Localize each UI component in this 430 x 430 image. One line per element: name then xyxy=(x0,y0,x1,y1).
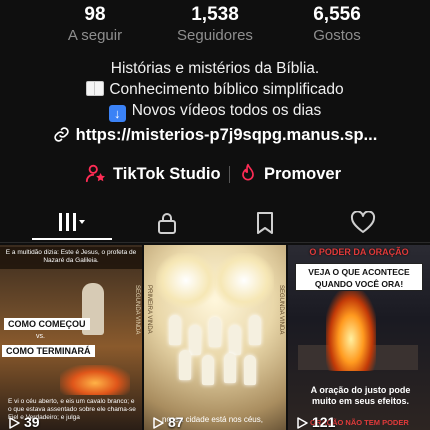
grid-icon xyxy=(59,213,85,231)
view-count: 87 xyxy=(152,414,184,430)
down-arrow-icon: ↓ xyxy=(108,105,126,122)
play-icon xyxy=(9,417,20,429)
likes-label: Gostos xyxy=(313,27,361,44)
view-count-value: 39 xyxy=(24,414,40,430)
user-star-icon xyxy=(85,164,105,183)
bio-line-3: ↓ Novos vídeos todos os dias xyxy=(0,100,430,122)
bio-line-1: Histórias e mistérios da Bíblia. xyxy=(110,60,320,77)
video-vs-label: vs. xyxy=(36,333,45,340)
video-side-text-right: SEGUNDA VINDA xyxy=(278,285,284,335)
view-count-value: 87 xyxy=(168,414,184,430)
video-thumbnail[interactable]: E a multidão dizia: Este é Jesus, o prof… xyxy=(0,245,142,430)
video-thumbnail[interactable]: PRIMEIRA VINDA SEGUNDA VINDA nossa cidad… xyxy=(144,245,286,430)
actions-divider xyxy=(229,166,230,183)
followers-count: 1,538 xyxy=(191,4,239,25)
likes-count: 6,556 xyxy=(313,4,361,25)
profile-stats: 98 A seguir 1,538 Seguidores 6,556 Gosto… xyxy=(0,4,430,48)
tab-videos[interactable] xyxy=(32,206,112,240)
tiktok-studio-button[interactable]: TikTok Studio xyxy=(85,160,221,188)
link-icon xyxy=(54,127,69,142)
video-box-label: COMO TERMINARÁ xyxy=(2,345,95,357)
angel-figure xyxy=(179,350,191,380)
angel-figure xyxy=(249,315,261,345)
following-stat[interactable]: 98 A seguir xyxy=(35,4,155,46)
angel-figure xyxy=(202,355,214,385)
video-thumbnail[interactable]: O PODER DA ORAÇÃO VEJA O QUE ACONTECE QU… xyxy=(288,245,430,430)
view-count: 39 xyxy=(8,414,40,430)
heart-icon xyxy=(350,211,376,233)
angel-figure xyxy=(244,355,256,385)
video-side-text-left: PRIMEIRA VINDA xyxy=(146,285,152,334)
view-count: 121 xyxy=(296,414,335,430)
angel-figure xyxy=(209,317,221,347)
profile-actions: TikTok Studio Promover xyxy=(0,160,430,188)
fire-glow xyxy=(60,365,130,395)
angel-wing xyxy=(156,253,216,308)
bio-line-3-text: Novos vídeos todos os dias xyxy=(131,102,322,119)
profile-tabs xyxy=(0,206,430,243)
promote-button[interactable]: Promover xyxy=(238,160,341,188)
video-top-text: E a multidão dizia: Este é Jesus, o prof… xyxy=(0,247,142,269)
bio-line-2-text: Conhecimento bíblico simplificado xyxy=(109,81,344,98)
praying-figure-glow xyxy=(326,291,376,371)
video-grid: E a multidão dizia: Este é Jesus, o prof… xyxy=(0,245,430,430)
video-banner: VEJA O QUE ACONTECE QUANDO VOCÊ ORA! xyxy=(295,263,423,291)
promote-label: Promover xyxy=(264,165,342,183)
followers-stat[interactable]: 1,538 Seguidores xyxy=(155,4,275,46)
tiktok-studio-label: TikTok Studio xyxy=(113,165,221,183)
play-icon xyxy=(297,417,308,429)
video-box-label: COMO COMEÇOU xyxy=(4,318,90,330)
play-icon xyxy=(153,417,164,429)
open-book-icon xyxy=(86,81,105,96)
video-quote: A oração do justo pode muito em seus efe… xyxy=(310,385,411,406)
angel-figure xyxy=(229,325,241,355)
following-count: 98 xyxy=(84,4,106,25)
followers-label: Seguidores xyxy=(177,27,253,44)
angel-figure xyxy=(224,353,236,383)
following-label: A seguir xyxy=(67,27,123,44)
profile-link-text: https://misterios-p7j9sqpg.manus.sp... xyxy=(75,126,378,144)
view-count-value: 121 xyxy=(312,414,336,430)
likes-stat[interactable]: 6,556 Gostos xyxy=(277,4,397,46)
tab-private[interactable] xyxy=(127,206,207,240)
video-side-text: SEGUNDA VINDA xyxy=(134,285,140,335)
tab-reposts[interactable] xyxy=(225,206,305,240)
flame-icon xyxy=(242,163,254,181)
tab-liked[interactable] xyxy=(323,206,403,240)
bookmark-icon xyxy=(257,212,273,234)
profile-link[interactable]: https://misterios-p7j9sqpg.manus.sp... xyxy=(0,126,430,145)
video-title: O PODER DA ORAÇÃO xyxy=(309,247,409,257)
angel-figure xyxy=(189,325,201,355)
lock-icon xyxy=(158,213,176,234)
bio-line-2: Conhecimento bíblico simplificado xyxy=(0,79,430,101)
angel-wing xyxy=(214,253,274,308)
angel-figure xyxy=(169,315,181,345)
